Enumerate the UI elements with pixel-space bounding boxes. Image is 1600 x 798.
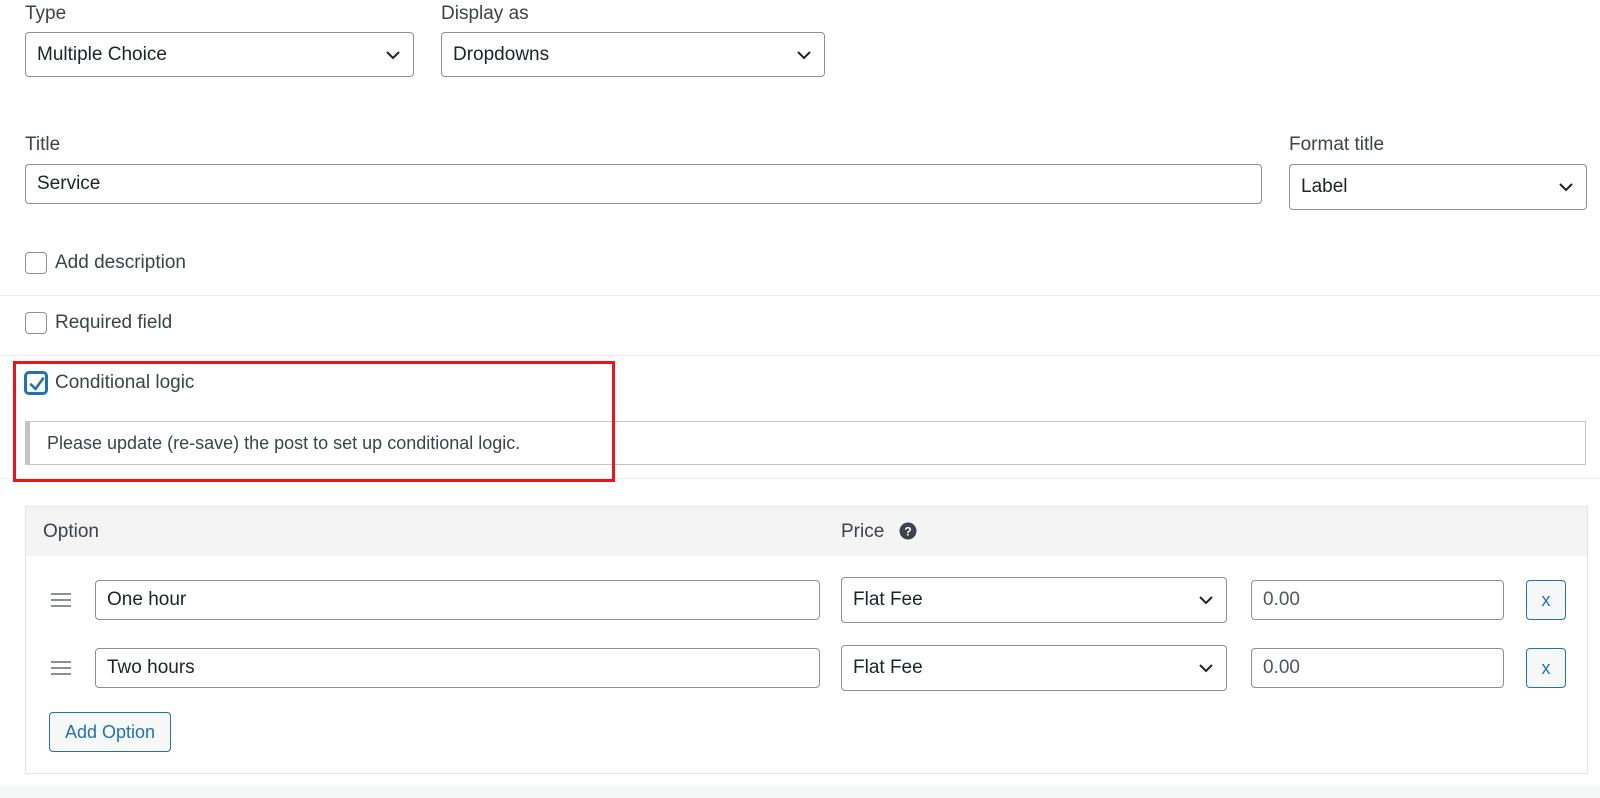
divider xyxy=(0,295,1600,296)
required-field-checkbox[interactable] xyxy=(25,312,47,334)
title-input-value: Service xyxy=(37,173,101,194)
option-column-header: Option xyxy=(43,521,99,542)
display-as-label: Display as xyxy=(441,3,529,24)
conditional-logic-notice: Please update (re-save) the post to set … xyxy=(25,421,1586,465)
conditional-logic-checkbox[interactable] xyxy=(25,372,47,394)
option-name-value: Two hours xyxy=(107,657,195,678)
price-column-header: Price xyxy=(841,521,885,542)
add-description-checkbox[interactable] xyxy=(25,252,47,274)
price-type-value: Flat Fee xyxy=(853,589,923,610)
option-name-input[interactable]: One hour xyxy=(95,580,820,620)
chevron-down-icon xyxy=(797,50,811,59)
format-title-select[interactable]: Label xyxy=(1289,164,1587,210)
option-name-value: One hour xyxy=(107,589,187,610)
conditional-logic-label[interactable]: Conditional logic xyxy=(55,372,194,394)
option-name-input[interactable]: Two hours xyxy=(95,648,820,688)
options-header: Option Price ? xyxy=(26,507,1587,556)
title-label: Title xyxy=(25,134,61,155)
format-title-select-value: Label xyxy=(1301,176,1348,197)
price-input[interactable]: 0.00 xyxy=(1251,648,1504,688)
title-input[interactable]: Service xyxy=(25,164,1262,204)
help-icon[interactable]: ? xyxy=(899,522,917,540)
remove-option-button[interactable]: x xyxy=(1526,648,1566,688)
price-type-select[interactable]: Flat Fee xyxy=(841,645,1227,691)
price-type-value: Flat Fee xyxy=(853,657,923,678)
type-select[interactable]: Multiple Choice xyxy=(25,32,414,77)
chevron-down-icon xyxy=(1559,183,1573,192)
display-as-select[interactable]: Dropdowns xyxy=(441,32,825,77)
price-input[interactable]: 0.00 xyxy=(1251,580,1504,620)
price-value: 0.00 xyxy=(1263,589,1300,610)
type-label: Type xyxy=(25,3,67,24)
chevron-down-icon xyxy=(386,50,400,59)
svg-text:?: ? xyxy=(904,525,911,539)
drag-handle-icon[interactable] xyxy=(51,593,71,607)
format-title-label: Format title xyxy=(1289,134,1385,155)
add-description-label[interactable]: Add description xyxy=(55,252,186,274)
options-panel: Option Price ? One hour Flat Fee 0.00 x … xyxy=(25,506,1588,774)
price-value: 0.00 xyxy=(1263,657,1300,678)
bottom-strip xyxy=(0,786,1600,798)
notice-text: Please update (re-save) the post to set … xyxy=(47,432,521,453)
display-as-select-value: Dropdowns xyxy=(453,43,550,65)
required-field-label[interactable]: Required field xyxy=(55,312,172,334)
add-option-button[interactable]: Add Option xyxy=(49,712,171,752)
price-type-select[interactable]: Flat Fee xyxy=(841,577,1227,623)
divider xyxy=(0,355,1600,356)
divider xyxy=(0,478,1600,479)
drag-handle-icon[interactable] xyxy=(51,661,71,675)
remove-option-button[interactable]: x xyxy=(1526,580,1566,620)
checkmark-icon xyxy=(29,377,45,391)
chevron-down-icon xyxy=(1199,596,1213,605)
chevron-down-icon xyxy=(1199,664,1213,673)
type-select-value: Multiple Choice xyxy=(37,43,167,65)
